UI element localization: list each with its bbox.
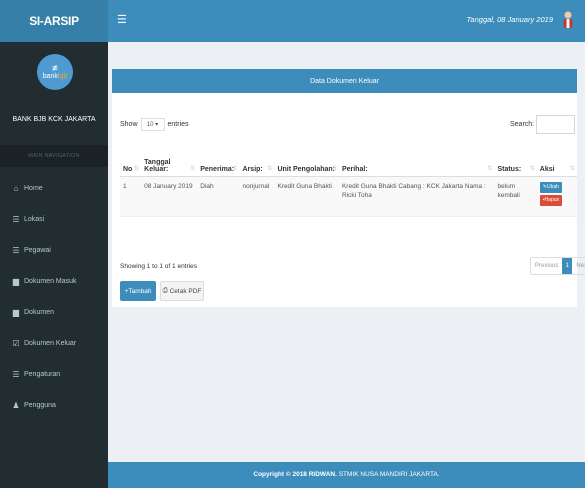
- date-display: Tanggal, 08 January 2019: [466, 15, 553, 24]
- sidebar-item-label: Dokumen Keluar: [24, 339, 77, 347]
- footer: Copyright © 2018 RIDWAN. STMIK NUSA MAND…: [108, 462, 585, 488]
- app-logo[interactable]: SI-ARSIP: [0, 0, 108, 42]
- checkbox-icon: ☑: [12, 338, 20, 348]
- top-navbar: SI-ARSIP ☰ Tanggal, 08 January 2019: [0, 0, 585, 42]
- chevron-down-icon: ▾: [155, 122, 159, 128]
- sidebar-item-dokumen-masuk[interactable]: ▆ Dokumen Masuk: [0, 270, 108, 292]
- content-area: Data Dokumen Keluar Show 10 ▾ entries Se…: [108, 60, 585, 307]
- data-box: Data Dokumen Keluar Show 10 ▾ entries Se…: [112, 69, 585, 307]
- footer-suffix: STMIK NUSA MANDIRI JAKARTA.: [336, 471, 440, 478]
- sidebar: ≠ bankbjb BANK BJB KCK JAKARTA MAIN NAVI…: [0, 42, 108, 488]
- list-icon: ☰: [12, 369, 20, 379]
- sidebar-item-label: Dokumen: [24, 308, 54, 316]
- bank-logo: ≠ bankbjb: [37, 54, 73, 90]
- pagination-next[interactable]: Next: [572, 258, 585, 274]
- cell-penerima: Diah: [197, 176, 240, 217]
- pagination-page-1[interactable]: 1: [562, 258, 573, 274]
- search-input[interactable]: [536, 115, 575, 134]
- sidebar-item-label: Pegawai: [24, 246, 51, 254]
- cell-no: 1: [120, 176, 142, 217]
- search-label: Search:: [510, 121, 535, 128]
- cetak-pdf-button[interactable]: ⎙ Cetak PDF: [160, 281, 204, 301]
- entries-length: Show 10 ▾ entries: [120, 118, 189, 131]
- sort-icon: ⇅: [331, 165, 337, 172]
- column-header-perihal[interactable]: Perihal: ⇅: [338, 144, 495, 177]
- column-header-no[interactable]: No ⇅: [120, 144, 142, 177]
- entries-label: entries: [167, 121, 189, 128]
- bank-logo-word-a: bank: [42, 72, 58, 80]
- sort-icon: ⇅: [190, 165, 196, 172]
- footer-prefix: Copyright © 2018: [253, 471, 309, 478]
- tambah-button[interactable]: + Tambah: [120, 281, 156, 301]
- table-row: 1 08 January 2019 Diah nonjurnal Kredit …: [120, 176, 577, 217]
- hapus-button[interactable]: ▪Hapus: [539, 194, 562, 206]
- folder-icon: ▆: [12, 307, 20, 317]
- user-icon: ♟: [12, 400, 20, 410]
- cell-aksi: ✎Ubah ▪Hapus: [536, 176, 577, 217]
- box-title: Data Dokumen Keluar: [112, 71, 577, 93]
- column-header-aksi[interactable]: Aksi ⇅: [536, 144, 577, 177]
- column-header-penerima[interactable]: Penerima: ⇅: [197, 144, 240, 177]
- pagination: Previous 1 Next: [530, 257, 585, 275]
- column-header-arsip[interactable]: Arsip: ⇅: [239, 144, 275, 177]
- show-label: Show: [120, 121, 138, 128]
- sort-icon: ⇅: [267, 165, 273, 172]
- dokumen-keluar-table: No ⇅ Tanggal Keluar: ⇅ Penerima: ⇅ Arsip: ⇅ …: [120, 144, 577, 217]
- cell-status: belum kembali: [494, 176, 537, 217]
- sort-icon: ⇅: [134, 165, 140, 172]
- nav-header: MAIN NAVIGATION: [0, 145, 108, 167]
- column-header-unit[interactable]: Unit Pengolahan: ⇅: [274, 144, 339, 177]
- sidebar-item-label: Home: [24, 184, 43, 192]
- cell-arsip: nonjurnal: [239, 176, 275, 217]
- table-info: Showing 1 to 1 of 1 entries: [120, 263, 197, 270]
- home-icon: ⌂: [13, 183, 19, 193]
- cell-tanggal: 08 January 2019: [141, 176, 198, 217]
- sort-icon: ⇅: [569, 165, 575, 172]
- ubah-button[interactable]: ✎Ubah: [539, 181, 562, 193]
- entries-value: 10: [146, 121, 154, 128]
- sidebar-item-pegawai[interactable]: ☰ Pegawai: [0, 239, 108, 261]
- sidebar-item-label: Pengaturan: [24, 370, 61, 378]
- user-avatar-icon[interactable]: [561, 10, 575, 30]
- bank-logo-word-b: bjb: [57, 72, 68, 80]
- list-icon: ☰: [12, 214, 20, 224]
- column-header-status[interactable]: Status: ⇅: [494, 144, 537, 177]
- sidebar-item-label: Pengguna: [24, 401, 56, 409]
- table-header-row: No ⇅ Tanggal Keluar: ⇅ Penerima: ⇅ Arsip: ⇅ …: [120, 144, 577, 177]
- print-icon: ⎙: [162, 287, 168, 294]
- bank-logo-mark: ≠: [52, 62, 58, 73]
- sidebar-item-home[interactable]: ⌂ Home: [0, 177, 108, 199]
- sidebar-item-lokasi[interactable]: ☰ Lokasi: [0, 208, 108, 230]
- sort-icon: ⇅: [232, 165, 238, 172]
- sort-icon: ⇅: [487, 165, 493, 172]
- column-header-tanggal[interactable]: Tanggal Keluar: ⇅: [141, 144, 198, 177]
- sidebar-item-dokumen[interactable]: ▆ Dokumen: [0, 301, 108, 323]
- cell-unit: Kredit Guna Bhakti: [274, 176, 339, 217]
- list-icon: ☰: [12, 245, 20, 255]
- branch-name: BANK BJB KCK JAKARTA: [12, 116, 96, 123]
- cell-perihal: Kredit Guna Bhakti Cabang : KCK Jakarta …: [338, 176, 495, 217]
- folder-icon: ▆: [12, 276, 20, 286]
- menu-icon[interactable]: ☰: [117, 14, 127, 26]
- sidebar-item-dokumen-keluar[interactable]: ☑ Dokumen Keluar: [0, 332, 108, 354]
- sidebar-item-label: Dokumen Masuk: [24, 277, 77, 285]
- sort-icon: ⇅: [529, 165, 535, 172]
- sidebar-item-pengaturan[interactable]: ☰ Pengaturan: [0, 363, 108, 385]
- entries-select[interactable]: 10 ▾: [140, 118, 165, 131]
- footer-author: RIDWAN.: [308, 471, 337, 478]
- pagination-previous[interactable]: Previous: [531, 258, 562, 274]
- sidebar-item-pengguna[interactable]: ♟ Pengguna: [0, 394, 108, 416]
- sidebar-item-label: Lokasi: [24, 215, 45, 223]
